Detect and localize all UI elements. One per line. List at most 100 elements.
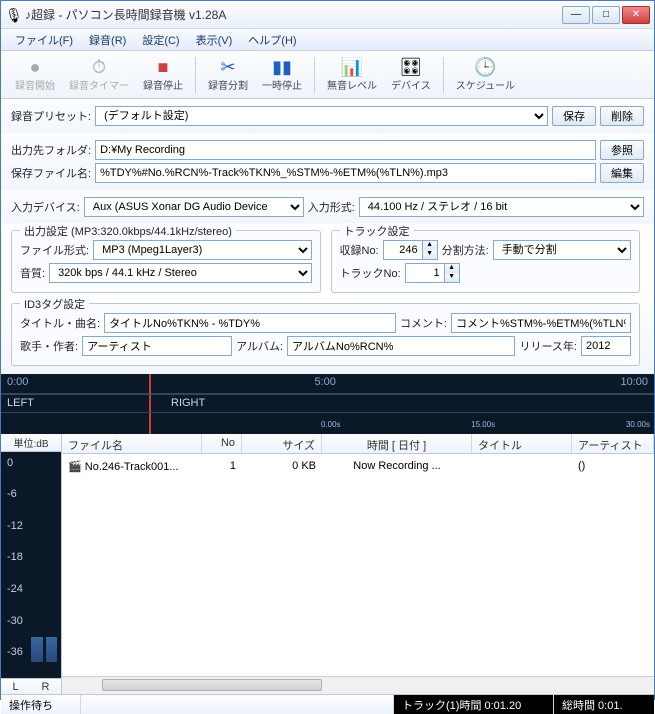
device-icon: 🎛: [399, 57, 422, 77]
minimize-button[interactable]: —: [562, 6, 590, 24]
col-size[interactable]: サイズ: [242, 434, 322, 453]
spin-up-icon[interactable]: ▲: [423, 241, 437, 250]
id3-year-label: リリース年:: [519, 338, 577, 354]
input-format-select[interactable]: 44.100 Hz / ステレオ / 16 bit: [359, 197, 644, 217]
id3-album-input[interactable]: [287, 336, 515, 356]
timeline[interactable]: 0:00 5:00 10:00 LEFT RIGHT 0.00s 15.00s …: [1, 374, 654, 434]
output-file-input[interactable]: [95, 163, 596, 183]
spin-down-icon[interactable]: ▼: [423, 250, 437, 259]
window-title: ♪超録 - パソコン長時間録音機 v1.28A: [25, 6, 562, 23]
schedule-button[interactable]: 🕒スケジュール: [450, 55, 521, 94]
recno-label: 収録No:: [340, 242, 379, 258]
preset-select[interactable]: (デフォルト設定): [95, 106, 548, 126]
status-spacer: [81, 695, 394, 714]
silence-level-button[interactable]: 📊無音レベル: [321, 55, 383, 94]
trackno-spinner[interactable]: ▲▼: [405, 263, 460, 283]
col-filename[interactable]: ファイル名: [62, 434, 202, 453]
col-artist[interactable]: アーティスト (?: [572, 434, 654, 453]
menu-file[interactable]: ファイル(F): [7, 30, 81, 50]
spin-up-icon[interactable]: ▲: [445, 264, 459, 273]
lower-area: 単位:dB 0 -6 -12 -18 -24 -30 -36 L R ファイル名…: [1, 434, 654, 694]
preset-panel: 録音プリセット: (デフォルト設定) 保存 削除: [1, 99, 654, 133]
file-list-body: 🎬 No.246-Track001... 1 0 KB Now Recordin…: [62, 454, 654, 676]
id3-panel: ID3タグ設定 タイトル・曲名: コメント: 歌手・作者: アルバム: リリース…: [1, 303, 654, 374]
settings-row: 出力設定 (MP3:320.0kbps/44.1kHz/stereo) ファイル…: [1, 224, 654, 299]
id3-year-input[interactable]: [581, 336, 631, 356]
close-button[interactable]: ✕: [622, 6, 650, 24]
output-file-label: 保存ファイル名:: [11, 165, 91, 181]
menu-settings[interactable]: 設定(C): [134, 30, 187, 50]
recno-spinner[interactable]: ▲▼: [383, 240, 438, 260]
file-list: ファイル名 No サイズ 時間 [ 日付 ] タイトル アーティスト (? 🎬 …: [61, 434, 654, 694]
record-timer-button[interactable]: ⏱録音タイマー: [63, 55, 135, 94]
separator: [195, 57, 196, 93]
stop-icon: ■: [158, 57, 169, 77]
status-bar: 操作待ち トラック(1)時間 0:01.20 総時間 0:01.: [1, 694, 654, 714]
device-button[interactable]: 🎛デバイス: [385, 55, 437, 94]
record-start-button[interactable]: ●録音開始: [9, 55, 61, 94]
channel-left: LEFT RIGHT: [1, 394, 654, 412]
pause-button[interactable]: ▮▮一時停止: [256, 55, 308, 94]
id3-album-label: アルバム:: [236, 338, 283, 354]
split-button[interactable]: ✂録音分割: [202, 55, 254, 94]
app-icon: 🎙: [5, 7, 21, 23]
menu-help[interactable]: ヘルプ(H): [240, 30, 304, 50]
maximize-button[interactable]: □: [592, 6, 620, 24]
scrollbar-thumb[interactable]: [102, 679, 322, 691]
track-settings-group: トラック設定 収録No: ▲▼ 分割方法: 手動で分割 トラックNo: ▲▼: [331, 230, 641, 293]
track-settings-legend: トラック設定: [340, 223, 414, 239]
input-device-label: 入力デバイス:: [11, 199, 80, 215]
status-total-time: 総時間 0:01.: [554, 695, 654, 714]
spin-down-icon[interactable]: ▼: [445, 273, 459, 282]
input-device-select[interactable]: Aux (ASUS Xonar DG Audio Device: [84, 197, 304, 217]
schedule-icon: 🕒: [474, 57, 496, 77]
output-panel: 出力先フォルダ: 参照 保存ファイル名: 編集: [1, 133, 654, 190]
level-icon: 📊: [341, 57, 363, 77]
table-row[interactable]: 🎬 No.246-Track001... 1 0 KB Now Recordin…: [62, 454, 654, 479]
db-bar-r: [46, 637, 58, 662]
input-format-label: 入力形式:: [308, 199, 355, 215]
db-header: 単位:dB: [1, 434, 61, 452]
menu-record[interactable]: 録音(R): [81, 30, 134, 50]
browse-button[interactable]: 参照: [600, 140, 644, 160]
filetype-label: ファイル形式:: [20, 242, 89, 258]
tick-5: 5:00: [314, 376, 335, 388]
file-icon: 🎬: [68, 461, 82, 473]
output-folder-label: 出力先フォルダ:: [11, 142, 91, 158]
id3-title-input[interactable]: [104, 313, 396, 333]
col-title[interactable]: タイトル: [472, 434, 572, 453]
trackno-label: トラックNo:: [340, 265, 401, 281]
titlebar: 🎙 ♪超録 - パソコン長時間録音機 v1.28A — □ ✕: [1, 1, 654, 29]
db-lr-labels: L R: [1, 678, 61, 694]
menu-view[interactable]: 表示(V): [188, 30, 241, 50]
status-left: 操作待ち: [1, 695, 81, 714]
record-icon: ●: [30, 57, 41, 77]
file-list-header: ファイル名 No サイズ 時間 [ 日付 ] タイトル アーティスト (?: [62, 434, 654, 454]
horizontal-scrollbar[interactable]: [62, 676, 654, 694]
input-panel: 入力デバイス: Aux (ASUS Xonar DG Audio Device …: [1, 190, 654, 224]
splitmethod-label: 分割方法:: [442, 242, 489, 258]
id3-legend: ID3タグ設定: [20, 296, 89, 312]
id3-group: ID3タグ設定 タイトル・曲名: コメント: 歌手・作者: アルバム: リリース…: [11, 303, 640, 366]
edit-button[interactable]: 編集: [600, 163, 644, 183]
quality-select[interactable]: 320k bps / 44.1 kHz / Stereo: [49, 263, 311, 283]
output-settings-legend: 出力設定 (MP3:320.0kbps/44.1kHz/stereo): [20, 223, 236, 239]
id3-artist-label: 歌手・作者:: [20, 338, 78, 354]
pause-icon: ▮▮: [272, 57, 292, 77]
menubar: ファイル(F) 録音(R) 設定(C) 表示(V) ヘルプ(H): [1, 29, 654, 51]
output-settings-group: 出力設定 (MP3:320.0kbps/44.1kHz/stereo) ファイル…: [11, 230, 321, 293]
preset-delete-button[interactable]: 削除: [600, 106, 644, 126]
id3-comment-input[interactable]: [451, 313, 631, 333]
output-folder-input[interactable]: [95, 140, 596, 160]
filetype-select[interactable]: MP3 (Mpeg1Layer3): [93, 240, 311, 260]
tick-0: 0:00: [7, 376, 28, 388]
timer-icon: ⏱: [92, 57, 106, 77]
id3-artist-input[interactable]: [82, 336, 232, 356]
preset-save-button[interactable]: 保存: [552, 106, 596, 126]
timeline-ruler: 0:00 5:00 10:00: [1, 374, 654, 394]
col-time[interactable]: 時間 [ 日付 ]: [322, 434, 472, 453]
record-stop-button[interactable]: ■録音停止: [137, 55, 189, 94]
col-no[interactable]: No: [202, 434, 242, 453]
splitmethod-select[interactable]: 手動で分割: [493, 240, 631, 260]
tick-10: 10:00: [620, 376, 648, 388]
